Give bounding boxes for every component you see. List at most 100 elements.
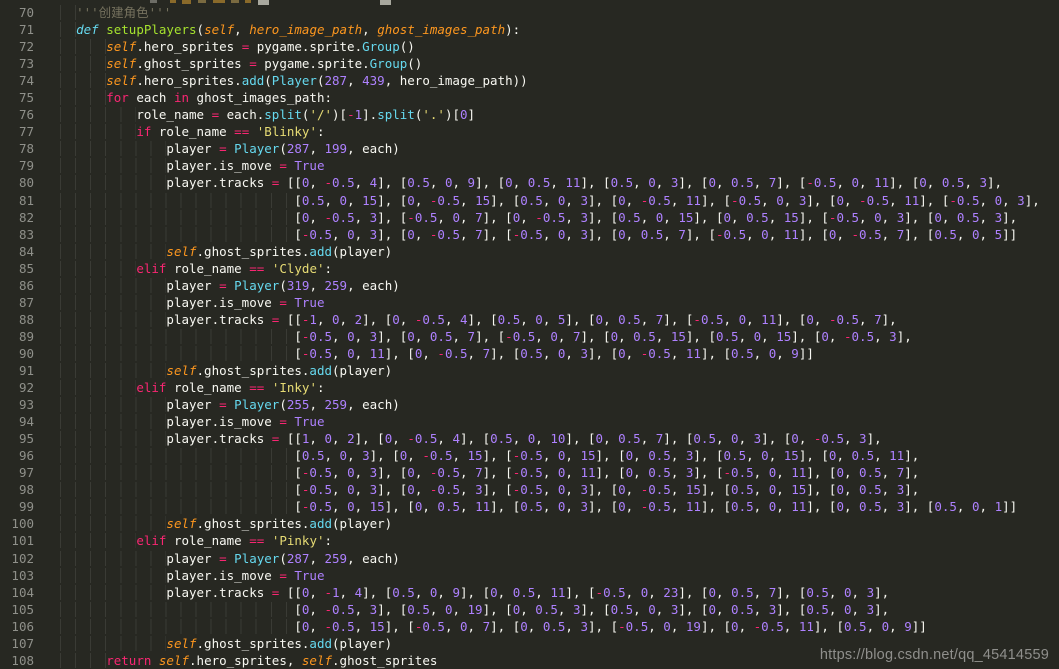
- code-line[interactable]: 78 player = Player(287, 199, each): [0, 140, 1059, 157]
- code-editor[interactable]: 70 '''创建角色'''71 def setupPlayers(self, h…: [0, 4, 1059, 669]
- line-number: 91: [0, 362, 46, 379]
- code-text: self.ghost_sprites = pygame.sprite.Group…: [46, 56, 422, 71]
- line-number: 88: [0, 311, 46, 328]
- code-text: player = Player(319, 259, each): [46, 278, 400, 293]
- code-line[interactable]: 71 def setupPlayers(self, hero_image_pat…: [0, 21, 1059, 38]
- line-number: 108: [0, 652, 46, 669]
- code-text: return self.hero_sprites, self.ghost_spr…: [46, 653, 437, 668]
- code-line[interactable]: 75 for each in ghost_images_path:: [0, 89, 1059, 106]
- code-line[interactable]: 101 elif role_name == 'Pinky':: [0, 532, 1059, 549]
- code-line[interactable]: 98 [-0.5, 0, 3], [0, -0.5, 3], [-0.5, 0,…: [0, 481, 1059, 498]
- code-line[interactable]: 106 [0, -0.5, 15], [-0.5, 0, 7], [0, 0.5…: [0, 618, 1059, 635]
- code-text: elif role_name == 'Pinky':: [46, 533, 332, 548]
- code-line[interactable]: 104 player.tracks = [[0, -1, 4], [0.5, 0…: [0, 584, 1059, 601]
- code-line[interactable]: 77 if role_name == 'Blinky':: [0, 123, 1059, 140]
- code-line[interactable]: 82 [0, -0.5, 3], [-0.5, 0, 7], [0, -0.5,…: [0, 209, 1059, 226]
- code-text: [-0.5, 0, 3], [0, -0.5, 7], [-0.5, 0, 11…: [46, 465, 919, 480]
- code-text: self.hero_sprites.add(Player(287, 439, h…: [46, 73, 528, 88]
- line-number: 78: [0, 140, 46, 157]
- code-line[interactable]: 74 self.hero_sprites.add(Player(287, 439…: [0, 72, 1059, 89]
- code-text: player = Player(287, 259, each): [46, 551, 400, 566]
- code-text: player.tracks = [[1, 0, 2], [0, -0.5, 4]…: [46, 431, 882, 446]
- line-number: 96: [0, 447, 46, 464]
- code-text: [-0.5, 0, 3], [0, -0.5, 7], [-0.5, 0, 3]…: [46, 227, 1017, 242]
- code-line[interactable]: 100 self.ghost_sprites.add(player): [0, 515, 1059, 532]
- code-text: [0.5, 0, 3], [0, -0.5, 15], [-0.5, 0, 15…: [46, 448, 919, 463]
- code-line[interactable]: 70 '''创建角色''': [0, 4, 1059, 21]
- code-text: '''创建角色''': [46, 5, 171, 20]
- code-line[interactable]: 95 player.tracks = [[1, 0, 2], [0, -0.5,…: [0, 430, 1059, 447]
- code-text: self.ghost_sprites.add(player): [46, 516, 392, 531]
- code-line[interactable]: 96 [0.5, 0, 3], [0, -0.5, 15], [-0.5, 0,…: [0, 447, 1059, 464]
- line-number: 100: [0, 515, 46, 532]
- code-line[interactable]: 105 [0, -0.5, 3], [0.5, 0, 19], [0, 0.5,…: [0, 601, 1059, 618]
- code-text: elif role_name == 'Inky':: [46, 380, 325, 395]
- line-number: 75: [0, 89, 46, 106]
- line-number: 107: [0, 635, 46, 652]
- code-line[interactable]: 99 [-0.5, 0, 15], [0, 0.5, 11], [0.5, 0,…: [0, 498, 1059, 515]
- code-text: [-0.5, 0, 15], [0, 0.5, 11], [0.5, 0, 3]…: [46, 499, 1017, 514]
- code-line[interactable]: 88 player.tracks = [[-1, 0, 2], [0, -0.5…: [0, 311, 1059, 328]
- line-number: 77: [0, 123, 46, 140]
- code-line[interactable]: 91 self.ghost_sprites.add(player): [0, 362, 1059, 379]
- code-line[interactable]: 84 self.ghost_sprites.add(player): [0, 243, 1059, 260]
- code-text: [-0.5, 0, 11], [0, -0.5, 7], [0.5, 0, 3]…: [46, 346, 814, 361]
- code-text: [0, -0.5, 3], [0.5, 0, 19], [0, 0.5, 3],…: [46, 602, 889, 617]
- code-line[interactable]: 85 elif role_name == 'Clyde':: [0, 260, 1059, 277]
- line-number: 89: [0, 328, 46, 345]
- line-number: 71: [0, 21, 46, 38]
- line-number: 82: [0, 209, 46, 226]
- code-line[interactable]: 83 [-0.5, 0, 3], [0, -0.5, 7], [-0.5, 0,…: [0, 226, 1059, 243]
- code-line[interactable]: 92 elif role_name == 'Inky':: [0, 379, 1059, 396]
- code-line[interactable]: 103 player.is_move = True: [0, 567, 1059, 584]
- line-number: 72: [0, 38, 46, 55]
- code-line[interactable]: 102 player = Player(287, 259, each): [0, 550, 1059, 567]
- code-text: self.ghost_sprites.add(player): [46, 363, 392, 378]
- line-number: 99: [0, 498, 46, 515]
- code-text: [0, -0.5, 3], [-0.5, 0, 7], [0, -0.5, 3]…: [46, 210, 1017, 225]
- line-number: 73: [0, 55, 46, 72]
- line-number: 85: [0, 260, 46, 277]
- line-number: 105: [0, 601, 46, 618]
- code-line[interactable]: 87 player.is_move = True: [0, 294, 1059, 311]
- code-text: self.ghost_sprites.add(player): [46, 636, 392, 651]
- code-text: player.is_move = True: [46, 295, 324, 310]
- code-text: player.tracks = [[-1, 0, 2], [0, -0.5, 4…: [46, 312, 897, 327]
- line-number: 106: [0, 618, 46, 635]
- code-line[interactable]: 73 self.ghost_sprites = pygame.sprite.Gr…: [0, 55, 1059, 72]
- code-text: def setupPlayers(self, hero_image_path, …: [46, 22, 520, 37]
- line-number: 94: [0, 413, 46, 430]
- line-number: 87: [0, 294, 46, 311]
- code-line[interactable]: 97 [-0.5, 0, 3], [0, -0.5, 7], [-0.5, 0,…: [0, 464, 1059, 481]
- line-number: 80: [0, 174, 46, 191]
- code-line[interactable]: 94 player.is_move = True: [0, 413, 1059, 430]
- line-number: 97: [0, 464, 46, 481]
- code-text: player = Player(255, 259, each): [46, 397, 400, 412]
- code-text: player.is_move = True: [46, 414, 324, 429]
- code-line[interactable]: 79 player.is_move = True: [0, 157, 1059, 174]
- code-text: if role_name == 'Blinky':: [46, 124, 325, 139]
- code-line[interactable]: 81 [0.5, 0, 15], [0, -0.5, 15], [0.5, 0,…: [0, 192, 1059, 209]
- line-number: 86: [0, 277, 46, 294]
- code-line[interactable]: 72 self.hero_sprites = pygame.sprite.Gro…: [0, 38, 1059, 55]
- code-line[interactable]: 93 player = Player(255, 259, each): [0, 396, 1059, 413]
- watermark-url: https://blog.csdn.net/qq_45414559: [820, 647, 1049, 663]
- line-number: 93: [0, 396, 46, 413]
- line-number: 70: [0, 4, 46, 21]
- line-number: 101: [0, 532, 46, 549]
- line-number: 90: [0, 345, 46, 362]
- line-number: 92: [0, 379, 46, 396]
- line-number: 102: [0, 550, 46, 567]
- code-text: player.is_move = True: [46, 158, 324, 173]
- code-text: player = Player(287, 199, each): [46, 141, 400, 156]
- code-line[interactable]: 76 role_name = each.split('/')[-1].split…: [0, 106, 1059, 123]
- code-text: [0, -0.5, 15], [-0.5, 0, 7], [0, 0.5, 3]…: [46, 619, 927, 634]
- code-line[interactable]: 86 player = Player(319, 259, each): [0, 277, 1059, 294]
- line-number: 104: [0, 584, 46, 601]
- code-line[interactable]: 80 player.tracks = [[0, -0.5, 4], [0.5, …: [0, 174, 1059, 191]
- line-number: 74: [0, 72, 46, 89]
- code-line[interactable]: 90 [-0.5, 0, 11], [0, -0.5, 7], [0.5, 0,…: [0, 345, 1059, 362]
- code-text: player.is_move = True: [46, 568, 324, 583]
- code-line[interactable]: 89 [-0.5, 0, 3], [0, 0.5, 7], [-0.5, 0, …: [0, 328, 1059, 345]
- code-text: player.tracks = [[0, -0.5, 4], [0.5, 0, …: [46, 175, 1002, 190]
